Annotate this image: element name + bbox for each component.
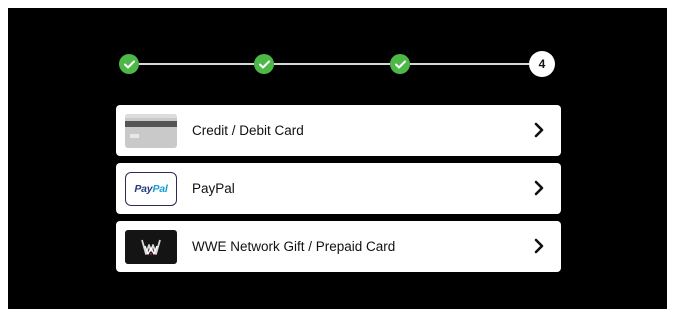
step-1-complete-icon (119, 54, 139, 74)
payment-option-wwe-gift-card[interactable]: WWE Network Gift / Prepaid Card (116, 221, 561, 272)
stepper-line (129, 63, 549, 65)
progress-stepper: 4 (119, 51, 563, 77)
payment-option-paypal[interactable]: Pay Pal PayPal (116, 163, 561, 214)
step-4-current: 4 (529, 51, 555, 77)
credit-card-icon (125, 113, 177, 148)
paypal-logo: Pay Pal (125, 171, 177, 206)
payment-option-label: PayPal (192, 181, 235, 196)
step-2-complete-icon (254, 54, 274, 74)
payment-option-label: Credit / Debit Card (192, 123, 304, 138)
payment-option-label: WWE Network Gift / Prepaid Card (192, 239, 396, 254)
checkout-panel: 4 Credit / Debit Card Pay Pal PayPal WWE… (8, 8, 667, 309)
chevron-right-icon (534, 238, 544, 254)
chevron-right-icon (534, 180, 544, 196)
payment-option-credit-card[interactable]: Credit / Debit Card (116, 105, 561, 156)
wwe-logo (125, 229, 177, 264)
chevron-right-icon (534, 122, 544, 138)
step-3-complete-icon (390, 54, 410, 74)
payment-options-list: Credit / Debit Card Pay Pal PayPal WWE N… (116, 105, 561, 279)
